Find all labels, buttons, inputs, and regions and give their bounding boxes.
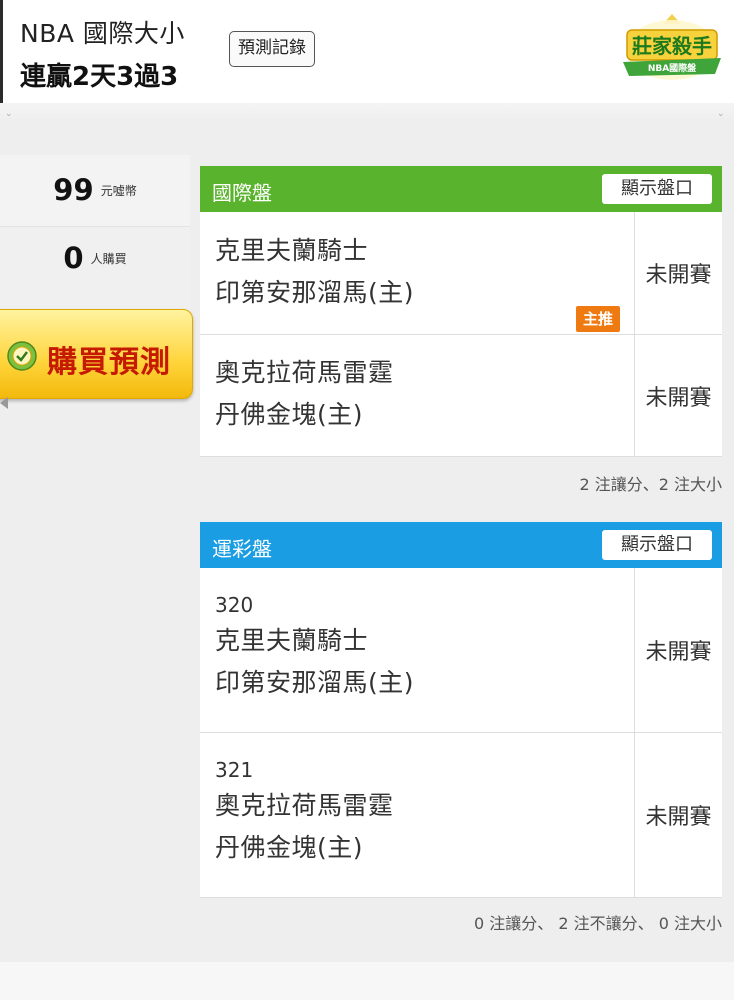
game-status: 未開賽 <box>634 212 722 334</box>
page-header: NBA 國際大小 連贏2天3過3 預測記錄 莊家殺手 NBA國際盤 <box>0 0 734 103</box>
pin-icon: ⌄ <box>717 109 725 119</box>
game-code: 320 <box>215 593 254 617</box>
home-team: 丹佛金塊(主) <box>215 400 364 429</box>
buyers-count: 0 <box>63 241 84 275</box>
sports-lottery-summary: 0 注讓分、 2 注不讓分、 0 注大小 <box>474 914 722 933</box>
game-row[interactable]: 奧克拉荷馬雷霆 丹佛金塊(主) 未開賽 <box>200 335 722 457</box>
page-footer <box>0 962 734 1000</box>
game-row[interactable]: 克里夫蘭騎士 印第安那溜馬(主) 主推 未開賽 <box>200 212 722 335</box>
international-odds-card: 國際盤 顯示盤口 克里夫蘭騎士 印第安那溜馬(主) 主推 未開賽 奧克拉荷馬雷霆… <box>200 166 722 457</box>
game-status: 未開賽 <box>634 568 722 732</box>
win-streak-subtitle: 連贏2天3過3 <box>20 62 179 92</box>
buy-prediction-label: 購買預測 <box>47 345 171 380</box>
sports-lottery-header: 運彩盤 顯示盤口 <box>200 522 722 568</box>
brand-logo-icon: 莊家殺手 NBA國際盤 <box>623 14 721 80</box>
price-value: 99 <box>53 173 94 207</box>
game-status: 未開賽 <box>634 335 722 456</box>
home-team: 印第安那溜馬(主) <box>215 278 415 307</box>
header-divider <box>0 103 734 119</box>
game-row[interactable]: 320 克里夫蘭騎士 印第安那溜馬(主) 未開賽 <box>200 568 722 733</box>
show-odds-button[interactable]: 顯示盤口 <box>602 174 712 204</box>
brand-logo-text: 莊家殺手 <box>632 34 712 58</box>
brand-logo-subtext: NBA國際盤 <box>648 62 697 74</box>
game-row[interactable]: 321 奧克拉荷馬雷霆 丹佛金塊(主) 未開賽 <box>200 733 722 898</box>
arrow-left-icon <box>0 397 8 409</box>
buyers-unit: 人購買 <box>90 251 127 266</box>
international-summary: 2 注讓分、2 注大小 <box>579 475 722 494</box>
price-unit: 元噓幣 <box>100 183 137 198</box>
game-status: 未開賽 <box>634 733 722 897</box>
prediction-record-button[interactable]: 預測記錄 <box>229 31 315 67</box>
price-panel: 99 元噓幣 <box>0 155 190 227</box>
coin-icon <box>7 341 37 371</box>
buyers-panel: 0 人購買 <box>0 227 190 311</box>
home-team: 印第安那溜馬(主) <box>215 668 415 697</box>
page-title: NBA 國際大小 <box>20 19 185 48</box>
away-team: 奧克拉荷馬雷霆 <box>215 358 394 387</box>
away-team: 克里夫蘭騎士 <box>215 626 369 655</box>
buy-prediction-button[interactable]: 購買預測 <box>0 309 193 399</box>
home-team: 丹佛金塊(主) <box>215 833 364 862</box>
away-team: 克里夫蘭騎士 <box>215 236 369 265</box>
away-team: 奧克拉荷馬雷霆 <box>215 791 394 820</box>
sports-lottery-title: 運彩盤 <box>212 537 272 561</box>
international-odds-title: 國際盤 <box>212 181 272 205</box>
game-code: 321 <box>215 758 254 782</box>
pin-icon: ⌄ <box>5 109 13 119</box>
sports-lottery-card: 運彩盤 顯示盤口 320 克里夫蘭騎士 印第安那溜馬(主) 未開賽 321 奧克… <box>200 522 722 898</box>
show-odds-button[interactable]: 顯示盤口 <box>602 530 712 560</box>
recommended-badge: 主推 <box>576 306 620 332</box>
international-odds-header: 國際盤 顯示盤口 <box>200 166 722 212</box>
